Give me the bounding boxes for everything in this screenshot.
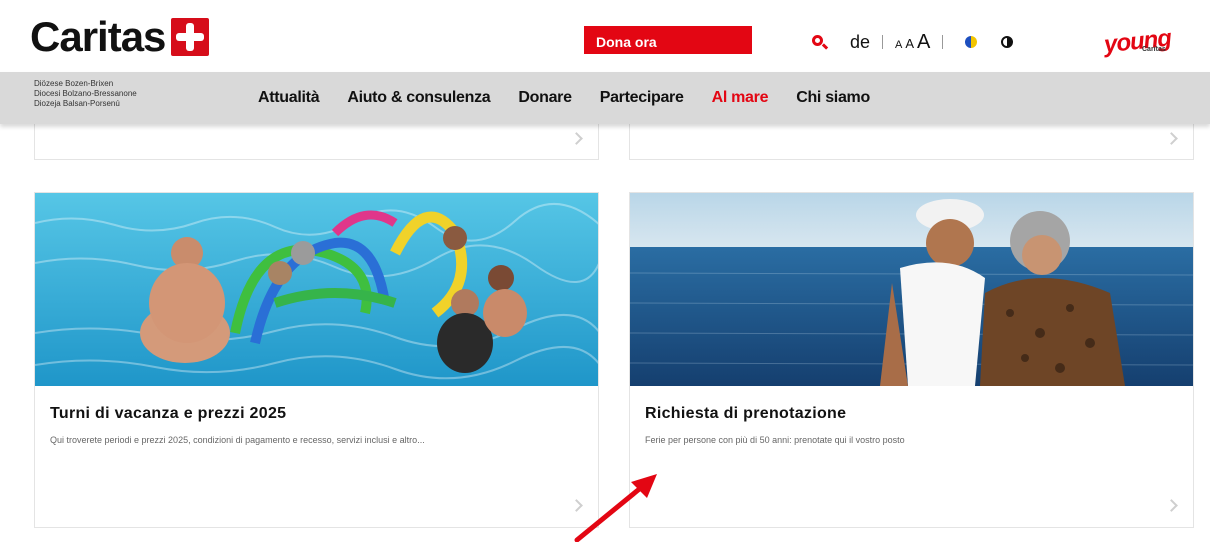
diocese-line: Diözese Bozen-Brixen [34,79,114,88]
language-switch[interactable]: de [850,32,870,53]
card-title: Turni di vacanza e prezzi 2025 [50,405,287,422]
chevron-right-icon [570,132,583,145]
card-image-pool [35,193,598,386]
nav-item-aiuto-consulenza[interactable]: Aiuto & consulenza [347,89,490,107]
caritas-logo[interactable]: Caritas [30,13,210,60]
font-size-small-button[interactable]: A [895,39,902,51]
young-caritas-sub: Caritas [1142,46,1166,53]
nav-menu: Attualità Aiuto & consulenza Donare Part… [258,89,898,107]
diocese-line: Diozeja Balsan-Porsenú [34,99,120,108]
caritas-cross-icon [171,18,210,56]
red-arrow-icon [574,474,657,542]
card-image-sea [630,193,1193,386]
card-description: Ferie per persone con più di 50 anni: pr… [645,435,905,445]
card-partial-left[interactable] [34,122,599,160]
sea-photo [630,193,1193,386]
chevron-right-icon [1165,132,1178,145]
color-mode-icon[interactable] [965,36,978,48]
main-navigation: Diözese Bozen-Brixen Diocesi Bolzano-Bre… [0,72,1210,124]
donate-button[interactable]: Dona ora [584,26,752,54]
chevron-right-icon [1165,499,1178,512]
header-tools: de A A A [810,28,1014,56]
nav-item-partecipare[interactable]: Partecipare [600,89,684,107]
search-icon[interactable] [810,33,829,51]
card-partial-right[interactable] [629,122,1194,160]
header: Caritas Dona ora de A A A young Caritas [0,0,1210,72]
card-title: Richiesta di prenotazione [645,405,847,422]
nav-item-attualita[interactable]: Attualità [258,89,320,107]
diocese-line: Diocesi Bolzano-Bressanone [34,89,137,98]
young-caritas-logo[interactable]: young [1103,25,1173,60]
font-size-controls: A A A [895,31,930,54]
nav-item-al-mare[interactable]: Al mare [712,89,769,107]
card-vacation-turns[interactable]: Turni di vacanza e prezzi 2025 Qui trove… [34,192,599,528]
nav-item-chi-siamo[interactable]: Chi siamo [796,89,870,107]
divider [882,35,884,49]
divider [942,35,944,49]
nav-item-donare[interactable]: Donare [518,89,572,107]
contrast-icon[interactable] [1001,36,1014,48]
font-size-large-button[interactable]: A [917,31,930,54]
logo-text: Caritas [30,13,166,60]
diocese-names: Diözese Bozen-Brixen Diocesi Bolzano-Bre… [34,79,137,109]
card-booking-request[interactable]: Richiesta di prenotazione Ferie per pers… [629,192,1194,528]
card-description: Qui troverete periodi e prezzi 2025, con… [50,435,425,445]
pool-photo [35,193,598,386]
font-size-medium-button[interactable]: A [905,36,914,51]
